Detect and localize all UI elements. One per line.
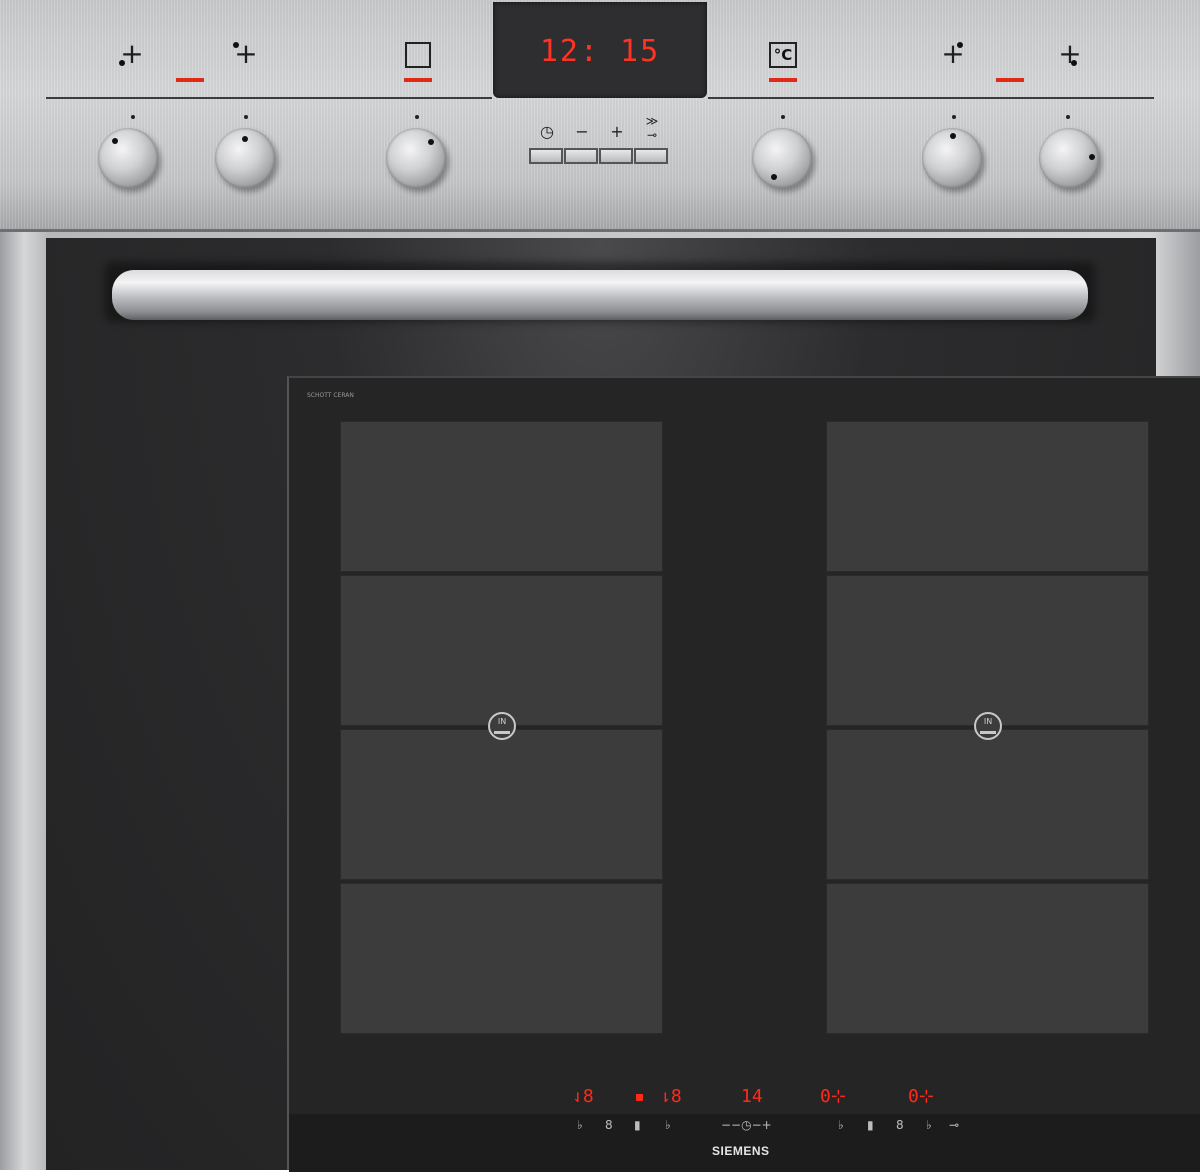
touch-right-3[interactable]: 8 xyxy=(896,1118,904,1132)
touch-left-3[interactable]: ▮ xyxy=(634,1118,641,1132)
knob-marker xyxy=(131,115,135,119)
knob-pointer-icon xyxy=(1089,154,1095,160)
hob-zone-left-4[interactable] xyxy=(340,883,663,1034)
hob-knob-front-right[interactable] xyxy=(1039,128,1099,188)
induction-icon: IN xyxy=(488,712,516,740)
hob-zone-front-right-icon: + xyxy=(1058,37,1082,70)
panel-divider xyxy=(708,97,1154,99)
zone-dot-icon xyxy=(233,42,239,48)
touch-timer-slider[interactable]: −−◷−+ xyxy=(721,1118,772,1132)
knob-marker xyxy=(952,115,956,119)
induction-label: IN xyxy=(497,717,507,726)
siemens-logo: SIEMENS xyxy=(712,1144,770,1158)
zone-indicator-bar xyxy=(176,78,204,82)
temperature-icon: °C xyxy=(769,42,797,68)
clock-icon: ◷ xyxy=(540,122,554,141)
oven-door-handle[interactable] xyxy=(112,270,1088,320)
hob-display-left-3: ⇂8 xyxy=(660,1086,682,1107)
knob-pointer-icon xyxy=(771,174,777,180)
minus-icon: − xyxy=(575,122,589,141)
temperature-knob[interactable] xyxy=(752,128,812,188)
minus-button[interactable] xyxy=(564,148,598,164)
knob-pointer-icon xyxy=(950,133,956,139)
start-lock-button[interactable] xyxy=(634,148,668,164)
child-lock-icon: ⊸ xyxy=(646,128,658,142)
zone-dot-icon xyxy=(119,60,125,66)
knob-marker xyxy=(415,115,419,119)
hob-zone-right-3[interactable] xyxy=(826,729,1149,880)
oven-display: 12: 15 xyxy=(493,2,707,98)
induction-label: IN xyxy=(983,717,993,726)
control-panel: + + 12: 15 °C + + ◷ − + ≫ ⊸ xyxy=(0,0,1200,232)
induction-bar-icon xyxy=(980,731,996,734)
touch-left-2[interactable]: 8 xyxy=(605,1118,613,1132)
hob-display-left-2: ▪ xyxy=(634,1086,645,1107)
knob-pointer-icon xyxy=(428,139,434,145)
oven-function-icon xyxy=(405,42,431,68)
hob-zone-right-2[interactable] xyxy=(826,575,1149,726)
hob-display-right-2: 0⊹ xyxy=(908,1086,934,1107)
ceran-logo: SCHOTT CERAN xyxy=(307,392,354,399)
hob-zone-right-1[interactable] xyxy=(826,421,1149,572)
hob-zone-rear-left-icon: + xyxy=(234,37,258,70)
panel-divider xyxy=(46,97,492,99)
oven-indicator-bar xyxy=(404,78,432,82)
hob-zone-left-2[interactable] xyxy=(340,575,663,726)
hob-zone-front-left-icon: + xyxy=(120,37,144,70)
knob-pointer-icon xyxy=(112,138,118,144)
hob-zone-rear-right-icon: + xyxy=(941,37,965,70)
zone-indicator-bar xyxy=(996,78,1024,82)
touch-right-1[interactable]: ♭ xyxy=(838,1118,844,1132)
start-icon: ≫ xyxy=(645,114,659,128)
hob-display-left-1: ⇃8 xyxy=(572,1086,594,1107)
hob-display-right-1: 0⊹ xyxy=(820,1086,846,1107)
hob-knob-rear-right[interactable] xyxy=(922,128,982,188)
touch-left-4[interactable]: ♭ xyxy=(665,1118,671,1132)
knob-marker xyxy=(1066,115,1070,119)
plus-button[interactable] xyxy=(599,148,633,164)
hob-zone-right-4[interactable] xyxy=(826,883,1149,1034)
knob-marker xyxy=(781,115,785,119)
hob-knob-rear-left[interactable] xyxy=(215,128,275,188)
plus-icon: + xyxy=(610,122,624,141)
induction-bar-icon xyxy=(494,731,510,734)
induction-icon: IN xyxy=(974,712,1002,740)
touch-right-2[interactable]: ▮ xyxy=(867,1118,874,1132)
knob-marker xyxy=(244,115,248,119)
induction-hob: SCHOTT CERAN IN IN ⇃8 ▪ ⇂8 14 0⊹ 0⊹ ♭ 8 … xyxy=(287,376,1200,1172)
knob-pointer-icon xyxy=(242,136,248,142)
touch-right-4[interactable]: ♭ xyxy=(926,1118,932,1132)
hob-timer-display: 14 xyxy=(741,1086,763,1107)
touch-left-1[interactable]: ♭ xyxy=(577,1118,583,1132)
hob-zone-left-1[interactable] xyxy=(340,421,663,572)
zone-dot-icon xyxy=(1071,60,1077,66)
child-lock-touch-icon[interactable]: ⊸ xyxy=(949,1118,959,1132)
oven-function-knob[interactable] xyxy=(386,128,446,188)
hob-knob-front-left[interactable] xyxy=(98,128,158,188)
zone-dot-icon xyxy=(957,42,963,48)
hob-zone-left-3[interactable] xyxy=(340,729,663,880)
clock-button[interactable] xyxy=(529,148,563,164)
temperature-indicator-bar xyxy=(769,78,797,82)
clock-readout: 12: 15 xyxy=(539,34,661,69)
